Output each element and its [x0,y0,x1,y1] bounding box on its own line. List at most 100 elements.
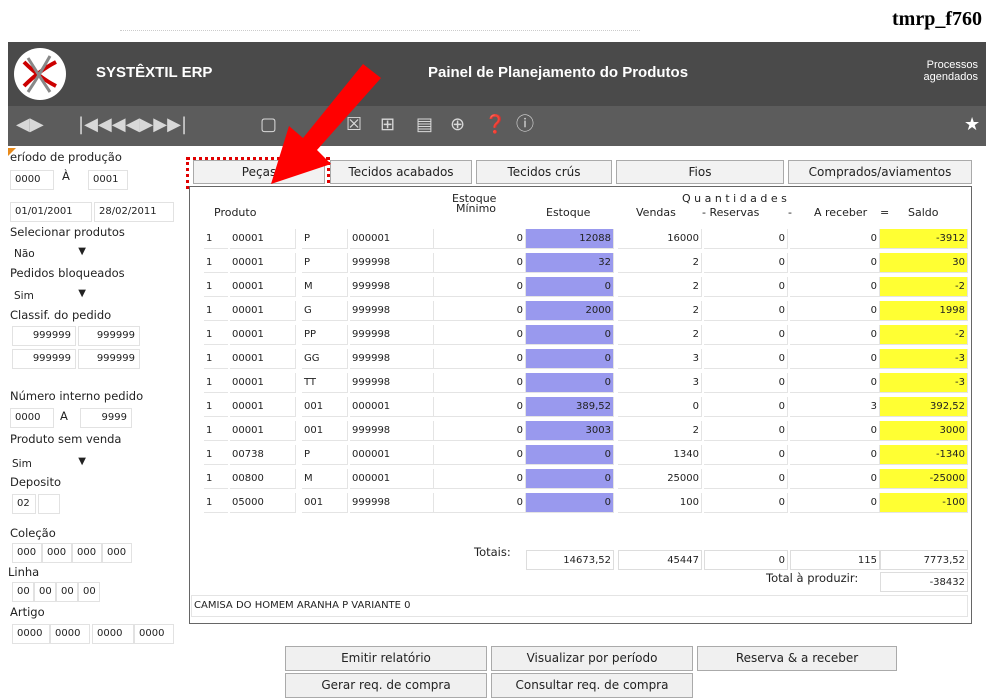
classif-input-3[interactable]: 999999 [12,349,76,369]
cell-reservas: 0 [704,349,788,369]
colecao-input-2[interactable]: 000 [42,543,72,563]
gerar-req-compra-button[interactable]: Gerar req. de compra [285,673,487,698]
cell-areceber: 0 [790,421,880,441]
cell-estoque-min: 0 [434,229,526,249]
colecao-input-1[interactable]: 000 [12,543,42,563]
artigo-input-4[interactable]: 0000 [134,624,174,644]
artigo-input-2[interactable]: 0000 [50,624,90,644]
table-row[interactable]: 1 00001 TT 999998 0 0 3 0 0 -3 [190,371,973,394]
cell-variante: 999998 [350,325,434,345]
table-row[interactable]: 1 00001 P 000001 0 12088 16000 0 0 -3912 [190,227,973,250]
colecao-input-3[interactable]: 000 [72,543,102,563]
deposito-input[interactable]: 02 [12,494,36,514]
cell-estoque: 32 [526,253,614,273]
colecao-input-4[interactable]: 000 [102,543,132,563]
periodo-ate-input[interactable]: 0001 [88,170,128,190]
cell-estoque-min: 0 [434,301,526,321]
cell-estoque: 0 [526,373,614,393]
cell-estoque: 2000 [526,301,614,321]
reserva-receber-button[interactable]: Reserva & a receber [697,646,897,671]
numero-ate-input[interactable]: 9999 [80,408,132,428]
classif-input-2[interactable]: 999999 [78,326,140,346]
total-produzir-label: Total à produzir: [766,571,859,585]
table-row[interactable]: 1 00001 001 999998 0 3003 2 0 0 3000 [190,419,973,442]
bloqueados-select[interactable]: Sim ▼ [10,286,90,306]
cell-saldo: 392,52 [880,397,968,417]
cell-produto: 00001 [230,253,296,273]
print-preview-icon[interactable]: ▤ [416,115,433,135]
col-estoque-min-2: Mínimo [456,202,497,215]
semvenda-select[interactable]: Sim ▼ [8,454,90,474]
help-icon[interactable]: ❓ [484,115,506,135]
zoom-icon[interactable]: ⊕ [450,115,465,135]
cell-seq: 1 [204,373,228,393]
col-quantidades: Q u a n t i d a d e s [682,192,787,205]
tab-tecidos-crus[interactable]: Tecidos crús [476,160,612,184]
cell-vendas: 100 [618,493,702,513]
cell-areceber: 0 [790,493,880,513]
cell-saldo: 1998 [880,301,968,321]
cell-variante: 000001 [350,469,434,489]
table-row[interactable]: 1 00001 M 999998 0 0 2 0 0 -2 [190,275,973,298]
numero-de-input[interactable]: 0000 [10,408,54,428]
data-ate-input[interactable]: 28/02/2011 [94,202,174,222]
table-row[interactable]: 1 00001 001 000001 0 389,52 0 0 3 392,52 [190,395,973,418]
cell-seq: 1 [204,301,228,321]
emitir-relatorio-button[interactable]: Emitir relatório [285,646,487,671]
table-row[interactable]: 1 00738 P 000001 0 0 1340 0 0 -1340 [190,443,973,466]
periodo-de-input[interactable]: 0000 [10,170,54,190]
cell-produto: 00800 [230,469,296,489]
periodo-label: eríodo de produção [10,150,122,164]
cell-saldo: -3 [880,373,968,393]
star-icon[interactable]: ★ [964,115,980,135]
data-de-input[interactable]: 01/01/2001 [10,202,92,222]
cell-variante: 000001 [350,229,434,249]
cell-areceber: 0 [790,325,880,345]
col-reservas: - Reservas [702,206,760,219]
cell-tamanho: M [302,469,348,489]
table-row[interactable]: 1 00001 PP 999998 0 0 2 0 0 -2 [190,323,973,346]
cell-estoque: 12088 [526,229,614,249]
visualizar-periodo-button[interactable]: Visualizar por período [491,646,693,671]
linha-input-4[interactable]: 00 [78,582,100,602]
cell-estoque-min: 0 [434,253,526,273]
selecionar-select[interactable]: Não ▼ [10,244,90,264]
total-saldo: 7773,52 [880,550,968,570]
scheduled-processes-link[interactable]: Processos agendados [924,59,978,83]
cell-vendas: 1340 [618,445,702,465]
nav-back-icon[interactable]: ◀▶ [16,115,44,135]
cell-vendas: 2 [618,277,702,297]
table-row[interactable]: 1 00001 GG 999998 0 0 3 0 0 -3 [190,347,973,370]
tab-fios[interactable]: Fios [616,160,784,184]
cell-tamanho: P [302,445,348,465]
chevron-down-icon: ▼ [78,288,86,299]
cell-variante: 999998 [350,373,434,393]
nav-first-icon[interactable]: |◀◀◀◀▶▶▶| [78,115,187,135]
consultar-req-compra-button[interactable]: Consultar req. de compra [491,673,693,698]
cell-areceber: 0 [790,229,880,249]
artigo-input-1[interactable]: 0000 [12,624,50,644]
linha-input-2[interactable]: 00 [34,582,56,602]
linha-input-3[interactable]: 00 [56,582,78,602]
linha-input-1[interactable]: 00 [12,582,34,602]
deposito-input-2[interactable] [38,494,60,514]
selecionar-label: Selecionar produtos [10,225,125,239]
classif-input-4[interactable]: 999999 [78,349,140,369]
col-vendas: Vendas [636,206,676,219]
total-reservas: 0 [704,550,788,570]
cell-reservas: 0 [704,445,788,465]
cell-vendas: 2 [618,421,702,441]
cell-produto: 00001 [230,349,296,369]
total-produzir: -38432 [880,572,968,592]
table-row[interactable]: 1 00001 G 999998 0 2000 2 0 0 1998 [190,299,973,322]
info-icon[interactable]: ⓘ [516,115,534,135]
cell-reservas: 0 [704,493,788,513]
cell-tamanho: P [302,253,348,273]
tab-comprados-aviamentos[interactable]: Comprados/aviamentos [788,160,972,184]
classif-input-1[interactable]: 999999 [12,326,76,346]
cell-estoque-min: 0 [434,469,526,489]
table-row[interactable]: 1 00800 M 000001 0 0 25000 0 0 -25000 [190,467,973,490]
artigo-input-3[interactable]: 0000 [92,624,134,644]
table-row[interactable]: 1 05000 001 999998 0 0 100 0 0 -100 [190,491,973,514]
table-row[interactable]: 1 00001 P 999998 0 32 2 0 0 30 [190,251,973,274]
